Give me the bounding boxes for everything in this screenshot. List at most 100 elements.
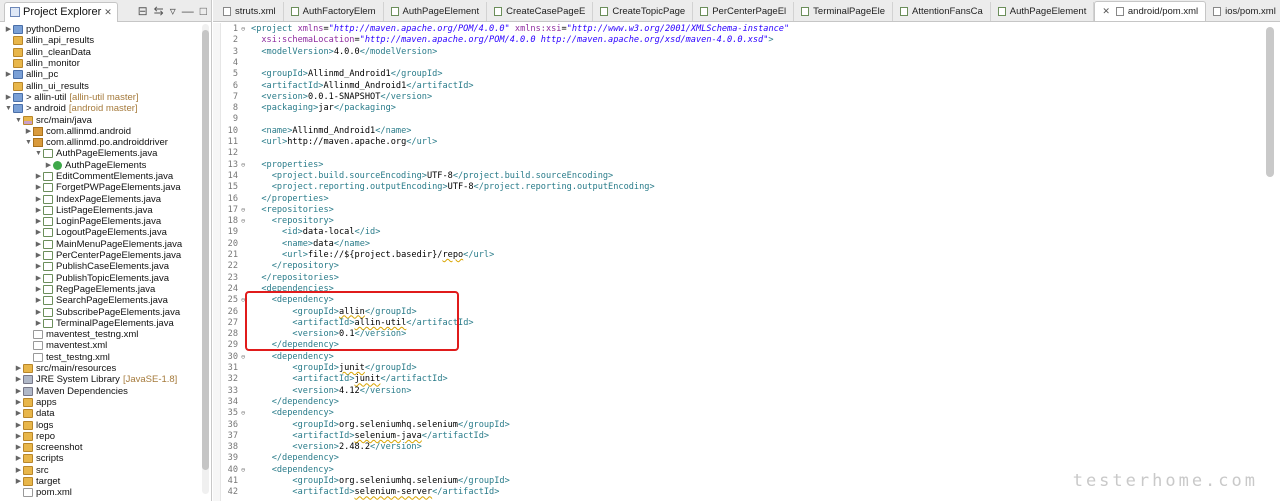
fold-toggle-icon[interactable]: ⊖ [241,24,251,35]
code-line[interactable]: 1 ⊖ <project xmlns="http://maven.apache.or… [213,24,1253,35]
editor-tab[interactable]: AttentionFansCa [893,2,991,21]
tree-item[interactable]: ▶ scripts [0,453,211,464]
tree-item[interactable]: ▶ > allin-util [allin-util master] [0,92,211,103]
collapsed-arrow-icon[interactable]: ▶ [4,69,13,80]
editor-tab[interactable]: AuthPageElement [384,2,488,21]
collapsed-arrow-icon[interactable]: ▶ [34,239,43,250]
collapsed-arrow-icon[interactable]: ▶ [34,194,43,205]
code-line[interactable]: 35 ⊖ <dependency> [213,408,1253,419]
project-explorer-tab[interactable]: Project Explorer ✕ [4,1,118,22]
code-line[interactable]: 36 <groupId>org.seleniumhq.selenium</gro… [213,420,1253,431]
editor-tab[interactable]: PerCenterPageEl [693,2,795,21]
fold-toggle-icon[interactable]: ⊖ [241,408,251,419]
collapsed-arrow-icon[interactable]: ▶ [4,92,13,103]
fold-toggle-icon[interactable]: ⊖ [241,352,251,363]
collapsed-arrow-icon[interactable]: ▶ [34,273,43,284]
editor-scrollbar-thumb[interactable] [1266,27,1274,177]
code-line[interactable]: 28 <version>0.1</version> [213,329,1253,340]
tree-item[interactable]: ▶ MainMenuPageElements.java [0,239,211,250]
collapsed-arrow-icon[interactable]: ▶ [14,420,23,431]
code-line[interactable]: 37 <artifactId>selenium-java</artifactId… [213,431,1253,442]
tree-item[interactable]: ▶ SearchPageElements.java [0,295,211,306]
collapsed-arrow-icon[interactable]: ▶ [14,374,23,385]
editor-tab[interactable]: ✕ android/pom.xml [1094,1,1207,21]
code-line[interactable]: 21 <url>file://${project.basedir}/repo</… [213,250,1253,261]
tree-item[interactable]: ▶ apps [0,397,211,408]
tree-item[interactable]: allin_monitor [0,58,211,69]
code-line[interactable]: 26 <groupId>allin</groupId> [213,307,1253,318]
collapsed-arrow-icon[interactable]: ▶ [34,250,43,261]
editor-tab[interactable]: ios/pom.xml [1206,2,1280,21]
tree-item[interactable]: ▶ PerCenterPageElements.java [0,250,211,261]
code-line[interactable]: 7 <version>0.0.1-SNAPSHOT</version> [213,92,1253,103]
editor-tab[interactable]: TerminalPageEle [794,2,893,21]
code-line[interactable]: 5 <groupId>Allinmd_Android1</groupId> [213,69,1253,80]
fold-toggle-icon[interactable]: ⊖ [241,295,251,306]
tree-item[interactable]: ▶ EditCommentElements.java [0,171,211,182]
code-line[interactable]: 2 xsi:schemaLocation="http://maven.apach… [213,35,1253,46]
code-line[interactable]: 14 <project.build.sourceEncoding>UTF-8</… [213,171,1253,182]
code-line[interactable]: 12 [213,148,1253,159]
tree-item[interactable]: ▶ src [0,465,211,476]
collapsed-arrow-icon[interactable]: ▶ [34,318,43,329]
code-line[interactable]: 11 <url>http://maven.apache.org</url> [213,137,1253,148]
minimize-icon[interactable]: — [182,4,194,18]
collapsed-arrow-icon[interactable]: ▶ [34,261,43,272]
collapsed-arrow-icon[interactable]: ▶ [14,431,23,442]
code-line[interactable]: 23 </repositories> [213,273,1253,284]
editor-tab[interactable]: struts.xml [216,2,284,21]
link-editor-icon[interactable]: ⇆ [154,4,164,18]
code-line[interactable]: 17 ⊖ <repositories> [213,205,1253,216]
collapsed-arrow-icon[interactable]: ▶ [14,386,23,397]
code-line[interactable]: 19 <id>data-local</id> [213,227,1253,238]
tree-item[interactable]: allin_cleanData [0,47,211,58]
fold-toggle-icon[interactable]: ⊖ [241,160,251,171]
tree-item[interactable]: ▶ PublishTopicElements.java [0,273,211,284]
collapsed-arrow-icon[interactable]: ▶ [14,408,23,419]
code-line[interactable]: 34 </dependency> [213,397,1253,408]
collapsed-arrow-icon[interactable]: ▶ [24,126,33,137]
code-line[interactable]: 20 <name>data</name> [213,239,1253,250]
maximize-icon[interactable]: □ [200,4,207,18]
tree-item[interactable]: ▶ TerminalPageElements.java [0,318,211,329]
collapsed-arrow-icon[interactable]: ▶ [14,363,23,374]
tree-item[interactable]: ▶ pythonDemo [0,24,211,35]
close-icon[interactable]: ✕ [1102,6,1110,17]
code-line[interactable]: 38 <version>2.48.2</version> [213,442,1253,453]
code-line[interactable]: 22 </repository> [213,261,1253,272]
tree-item[interactable]: ▶ JRE System Library [JavaSE-1.8] [0,374,211,385]
editor-tab[interactable]: AuthPageElement [991,2,1095,21]
tree-item[interactable]: ▶ LoginPageElements.java [0,216,211,227]
collapsed-arrow-icon[interactable]: ▶ [34,295,43,306]
tree-item[interactable]: ▶ IndexPageElements.java [0,193,211,205]
code-line[interactable]: 4 [213,58,1253,69]
collapsed-arrow-icon[interactable]: ▶ [34,307,43,318]
close-icon[interactable]: ✕ [104,7,112,18]
tree-item[interactable]: ▶ screenshot [0,442,211,453]
tree-item[interactable]: ▶ PublishCaseElements.java [0,261,211,272]
tree-item[interactable]: ▶ ForgetPWPageElements.java [0,182,211,193]
tree-item[interactable]: ▶ allin_pc [0,69,211,80]
tree-item[interactable]: maventest.xml [0,340,211,351]
expanded-arrow-icon[interactable]: ▼ [34,148,43,159]
collapsed-arrow-icon[interactable]: ▶ [14,397,23,408]
collapse-all-icon[interactable]: ⊟ [138,4,148,18]
collapsed-arrow-icon[interactable]: ▶ [34,205,43,216]
code-line[interactable]: 33 <version>4.12</version> [213,386,1253,397]
code-line[interactable]: 15 <project.reporting.outputEncoding>UTF… [213,182,1253,193]
code-line[interactable]: 18 ⊖ <repository> [213,216,1253,227]
tree-item[interactable]: allin_ui_results [0,80,211,92]
tree-item[interactable]: ▶ repo [0,431,211,442]
tree-item[interactable]: maventest_testng.xml [0,329,211,340]
code-line[interactable]: 32 <artifactId>junit</artifactId> [213,374,1253,385]
expanded-arrow-icon[interactable]: ▼ [14,115,23,126]
view-menu-icon[interactable]: ▿ [170,4,176,18]
collapsed-arrow-icon[interactable]: ▶ [34,171,43,182]
collapsed-arrow-icon[interactable]: ▶ [44,160,53,171]
tree-item[interactable]: ▶ src/main/resources [0,363,211,374]
code-line[interactable]: 39 </dependency> [213,453,1253,464]
tree-item[interactable]: ▼ com.allinmd.po.androiddriver [0,137,211,148]
code-line[interactable]: 31 <groupId>junit</groupId> [213,363,1253,374]
code-editor[interactable]: 1 ⊖ <project xmlns="http://maven.apache.or… [213,23,1280,501]
tree-item[interactable]: ▶ com.allinmd.android [0,126,211,137]
